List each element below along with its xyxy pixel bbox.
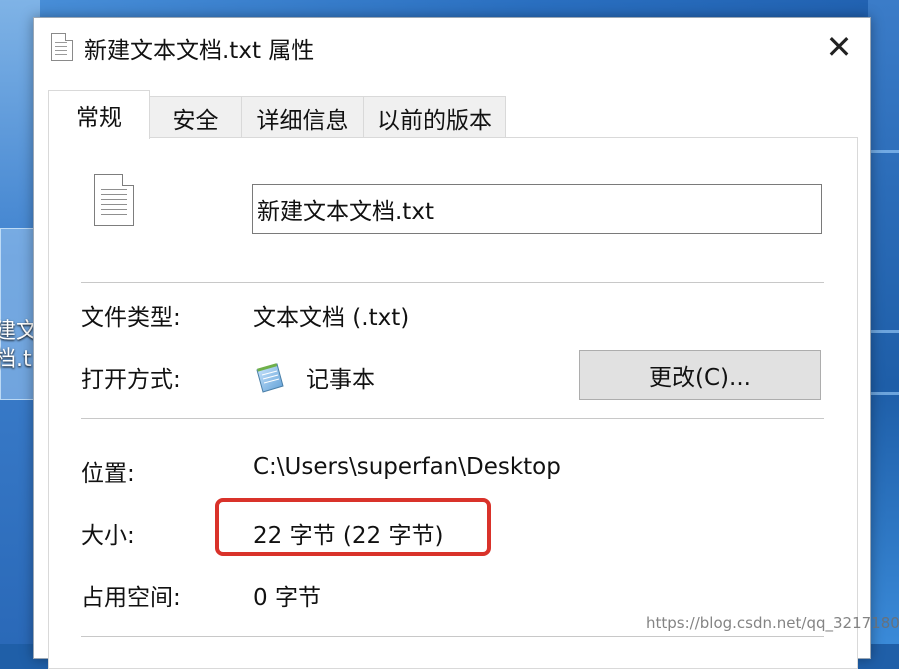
size-highlight-annotation bbox=[215, 498, 491, 556]
file-type-label: 文件类型: bbox=[81, 305, 181, 331]
disk-size-label: 占用空间: bbox=[81, 585, 181, 611]
text-file-icon bbox=[51, 33, 73, 61]
divider bbox=[81, 418, 824, 419]
tab-general[interactable]: 常规 bbox=[48, 90, 150, 139]
tab-bar: 常规 安全 详细信息 以前的版本 bbox=[48, 90, 856, 139]
open-with-label: 打开方式: bbox=[81, 367, 181, 393]
close-button[interactable]: ✕ bbox=[814, 24, 864, 70]
divider bbox=[81, 282, 824, 283]
light-streak bbox=[868, 330, 899, 333]
size-label: 大小: bbox=[81, 523, 135, 549]
file-name-input[interactable] bbox=[252, 184, 822, 234]
tab-previous-versions[interactable]: 以前的版本 bbox=[363, 96, 506, 138]
title-bar[interactable]: 新建文本文档.txt 属性 ✕ bbox=[34, 18, 870, 76]
disk-size-value: 0 字节 bbox=[253, 585, 321, 611]
change-button[interactable]: 更改(C)... bbox=[579, 350, 821, 400]
divider bbox=[81, 636, 824, 637]
light-streak bbox=[868, 392, 899, 395]
tab-security[interactable]: 安全 bbox=[149, 96, 242, 138]
tab-details[interactable]: 详细信息 bbox=[241, 96, 364, 138]
watermark: https://blog.csdn.net/qq_32171809 bbox=[646, 614, 899, 632]
window-title: 新建文本文档.txt 属性 bbox=[84, 38, 315, 64]
text-file-icon bbox=[94, 174, 134, 226]
location-value: C:\Users\superfan\Desktop bbox=[253, 454, 561, 480]
light-streak bbox=[868, 150, 899, 153]
location-label: 位置: bbox=[81, 461, 135, 487]
properties-dialog: 新建文本文档.txt 属性 ✕ 常规 安全 详细信息 以前的版本 文件类型: 文… bbox=[33, 17, 871, 669]
desktop-right-area bbox=[868, 0, 899, 644]
open-with-value: 记事本 bbox=[306, 367, 375, 393]
notepad-icon bbox=[256, 363, 284, 393]
file-type-value: 文本文档 (.txt) bbox=[253, 305, 410, 331]
general-tab-panel: 文件类型: 文本文档 (.txt) 打开方式: 记事本 更改(C)... 位置:… bbox=[48, 137, 858, 669]
